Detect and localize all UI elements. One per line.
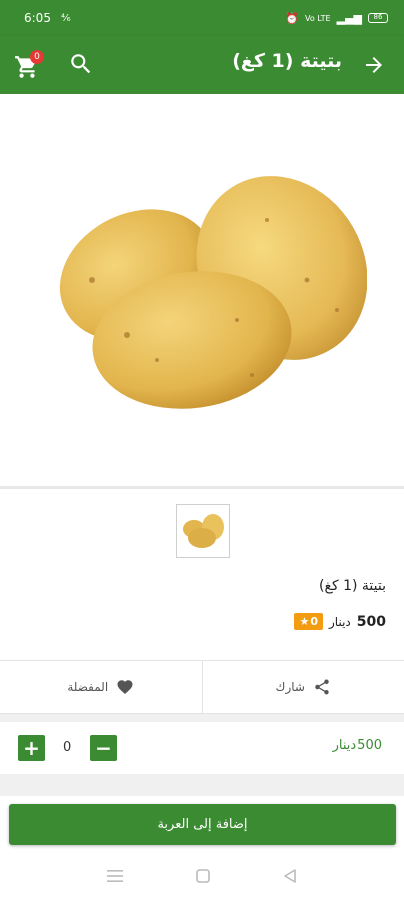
price-row: ★ 0 دينار 500 [294, 613, 386, 630]
minus-icon: − [95, 736, 112, 760]
system-nav-bar [0, 852, 404, 900]
quantity-price-value: 500 [357, 738, 382, 753]
share-button[interactable]: شارك [203, 661, 404, 713]
quantity-value: 0 [63, 740, 72, 755]
share-label: شارك [275, 680, 305, 694]
signal-icon: ▂▄▆ [336, 11, 362, 25]
app-bar: 0 بتيتة (1 كغ) [0, 36, 404, 94]
decrease-quantity-button[interactable]: − [90, 735, 117, 761]
potato-image [59, 176, 367, 409]
alarm-icon: ⏰ [285, 11, 300, 25]
status-bar: 6:05 ⁴⁄₆ ⏰ Vo LTE ▂▄▆ 86 [0, 0, 404, 36]
favorite-label: المفضلة [67, 680, 109, 694]
quantity-currency: دينار [332, 738, 357, 753]
product-image[interactable] [0, 94, 404, 486]
back-nav-icon[interactable] [282, 868, 298, 884]
battery-icon: 86 [368, 13, 388, 23]
action-row: المفضلة شارك [0, 660, 404, 714]
arrow-forward-icon [366, 57, 382, 73]
price-value: 500 [356, 613, 386, 630]
heart-icon [117, 680, 133, 695]
plus-icon: + [23, 736, 40, 760]
quantity-row: + 0 − دينار 500 [0, 722, 404, 774]
menu-icon[interactable] [106, 869, 124, 883]
cart-count-badge: 0 [30, 50, 44, 64]
divider [0, 714, 404, 722]
share-icon [315, 679, 329, 695]
quantity-price: دينار 500 [333, 738, 382, 753]
increase-quantity-button[interactable]: + [18, 735, 45, 761]
status-time: 6:05 [24, 11, 51, 25]
status-left: 6:05 ⁴⁄₆ [24, 11, 71, 25]
status-right: ⏰ Vo LTE ▂▄▆ 86 [285, 12, 388, 25]
divider [0, 486, 404, 489]
star-icon: ★ [299, 615, 310, 628]
rating-badge: ★ 0 [294, 613, 323, 630]
product-thumbnail[interactable] [176, 504, 230, 558]
favorite-button[interactable]: المفضلة [0, 661, 202, 713]
price-currency: دينار [329, 614, 351, 629]
home-icon[interactable] [195, 868, 211, 884]
search-icon [71, 54, 91, 74]
divider [0, 774, 404, 796]
page-title: بتيتة (1 كغ) [232, 50, 342, 72]
status-signal: ⁴⁄₆ [60, 12, 71, 24]
search-button[interactable] [68, 51, 94, 77]
product-name: بتيتة (1 كغ) [319, 578, 386, 594]
cart-button[interactable]: 0 [14, 50, 46, 80]
back-button[interactable] [362, 53, 386, 77]
potato-thumbnail-image [183, 514, 224, 548]
rating-value: 0 [310, 615, 318, 628]
add-to-cart-button[interactable]: إضافة إلى العربة [9, 804, 396, 845]
network-label: Vo LTE [305, 13, 331, 23]
